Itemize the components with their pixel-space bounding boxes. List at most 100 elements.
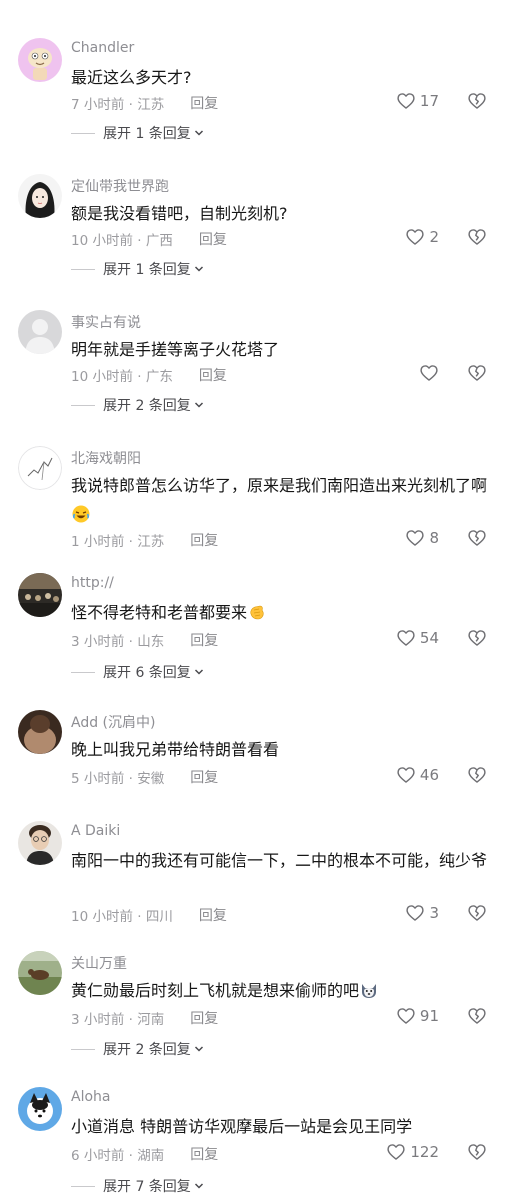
reply-button[interactable]: 回复 bbox=[199, 229, 227, 249]
expand-replies-button[interactable]: 展开 7 条回复 bbox=[71, 1176, 204, 1196]
chevron-down-icon bbox=[194, 1183, 203, 1189]
divider-line bbox=[71, 671, 95, 673]
heart-outline-icon bbox=[397, 630, 415, 646]
username[interactable]: A Daiki bbox=[71, 823, 120, 839]
reply-button[interactable]: 回复 bbox=[190, 1144, 218, 1164]
username[interactable]: Add (沉肩中) bbox=[71, 712, 155, 732]
reply-button[interactable]: 回复 bbox=[199, 905, 227, 925]
broken-heart-icon bbox=[468, 630, 486, 646]
like-button[interactable]: 91 bbox=[396, 1006, 439, 1026]
broken-heart-icon bbox=[468, 767, 486, 783]
comment-item: 定仙带我世界跑 额是我没看错吧，自制光刻机? 10 小时前 · 广西 回复 2 … bbox=[0, 166, 505, 296]
dislike-button[interactable] bbox=[467, 765, 487, 785]
reply-button[interactable]: 回复 bbox=[190, 1008, 218, 1028]
expand-replies-button[interactable]: 展开 2 条回复 bbox=[71, 1039, 204, 1059]
comment-text: 明年就是手搓等离子火花塔了 bbox=[71, 340, 280, 359]
avatar[interactable] bbox=[18, 573, 62, 617]
comment-text: 最近这么多天才? bbox=[71, 68, 192, 87]
heart-outline-icon bbox=[406, 905, 425, 921]
broken-heart-icon bbox=[468, 530, 486, 546]
username[interactable]: 北海戏朝阳 bbox=[71, 448, 141, 468]
avatar[interactable] bbox=[18, 1087, 62, 1131]
laughing-crying-emoji bbox=[72, 505, 90, 523]
username[interactable]: Aloha bbox=[71, 1089, 110, 1105]
like-count: 46 bbox=[419, 766, 439, 784]
broken-heart-icon bbox=[468, 365, 486, 381]
expand-replies-button[interactable]: 展开 1 条回复 bbox=[71, 259, 204, 279]
divider-line bbox=[71, 132, 95, 134]
broken-heart-icon bbox=[468, 1008, 486, 1024]
avatar[interactable] bbox=[18, 38, 62, 82]
avatar[interactable] bbox=[18, 446, 62, 490]
comment-meta: 5 小时前 · 安徽 回复 bbox=[71, 767, 218, 787]
dislike-button[interactable] bbox=[467, 227, 487, 247]
avatar[interactable] bbox=[18, 821, 62, 865]
comment-text: 怪不得老特和老普都要来 bbox=[71, 598, 491, 627]
time-location: 10 小时前 · 四川 bbox=[71, 909, 173, 925]
expand-replies-label: 展开 1 条回复 bbox=[103, 126, 191, 142]
like-count: 2 bbox=[429, 228, 439, 246]
avatar[interactable] bbox=[18, 951, 62, 995]
comment-meta: 6 小时前 · 湖南 回复 bbox=[71, 1144, 218, 1164]
dislike-button[interactable] bbox=[467, 628, 487, 648]
comment-item: http:// 怪不得老特和老普都要来 3 小时前 · 山东 回复 54 展开 … bbox=[0, 565, 505, 695]
like-count: 54 bbox=[419, 629, 439, 647]
dislike-button[interactable] bbox=[467, 903, 487, 923]
divider-line bbox=[71, 268, 95, 270]
reply-button[interactable]: 回复 bbox=[190, 767, 218, 787]
comment-item: Chandler 最近这么多天才? 7 小时前 · 江苏 回复 17 展开 1 … bbox=[0, 30, 505, 160]
expand-replies-button[interactable]: 展开 6 条回复 bbox=[71, 662, 204, 682]
comment-meta: 3 小时前 · 山东 回复 bbox=[71, 630, 218, 650]
comment-item: 事实占有说 明年就是手搓等离子火花塔了 10 小时前 · 广东 回复 展开 2 … bbox=[0, 302, 505, 432]
username[interactable]: 定仙带我世界跑 bbox=[71, 176, 169, 196]
heart-outline-icon bbox=[387, 1144, 405, 1160]
like-button[interactable]: 3 bbox=[405, 903, 439, 923]
dislike-button[interactable] bbox=[467, 1006, 487, 1026]
comment-item: Add (沉肩中) 晚上叫我兄弟带给特朗普看看 5 小时前 · 安徽 回复 46 bbox=[0, 702, 505, 802]
comment-meta: 1 小时前 · 江苏 回复 bbox=[71, 530, 218, 550]
comment-text: 我说特郎普怎么访华了，原来是我们南阳造出来光刻机了啊 bbox=[71, 471, 491, 529]
reply-button[interactable]: 回复 bbox=[190, 530, 218, 550]
dislike-button[interactable] bbox=[467, 528, 487, 548]
avatar[interactable] bbox=[18, 174, 62, 218]
comment-text: 额是我没看错吧，自制光刻机? bbox=[71, 204, 288, 223]
heart-outline-icon bbox=[397, 767, 415, 783]
like-button[interactable] bbox=[419, 363, 439, 383]
avatar[interactable] bbox=[18, 710, 62, 754]
time-location: 5 小时前 · 安徽 bbox=[71, 771, 165, 787]
comment-item: A Daiki 南阳一中的我还有可能信一下，二中的根本不可能，纯少爷 10 小时… bbox=[0, 813, 505, 933]
dislike-button[interactable] bbox=[467, 91, 487, 111]
dislike-button[interactable] bbox=[467, 1142, 487, 1162]
comment-text: 晚上叫我兄弟带给特朗普看看 bbox=[71, 740, 280, 759]
reply-button[interactable]: 回复 bbox=[190, 630, 218, 650]
username[interactable]: Chandler bbox=[71, 40, 134, 56]
reply-button[interactable]: 回复 bbox=[199, 365, 227, 385]
chevron-down-icon bbox=[194, 669, 203, 675]
like-button[interactable]: 17 bbox=[396, 91, 439, 111]
like-button[interactable]: 8 bbox=[405, 528, 439, 548]
username[interactable]: 事实占有说 bbox=[71, 312, 141, 332]
comment-meta: 3 小时前 · 河南 回复 bbox=[71, 1008, 218, 1028]
expand-replies-button[interactable]: 展开 2 条回复 bbox=[71, 395, 204, 415]
expand-replies-label: 展开 2 条回复 bbox=[103, 1042, 191, 1058]
clapping-hands-emoji bbox=[248, 603, 266, 621]
expand-replies-label: 展开 7 条回复 bbox=[103, 1179, 191, 1195]
username[interactable]: http:// bbox=[71, 575, 114, 591]
chevron-down-icon bbox=[194, 130, 203, 136]
expand-replies-button[interactable]: 展开 1 条回复 bbox=[71, 123, 204, 143]
username[interactable]: 关山万重 bbox=[71, 953, 127, 973]
like-button[interactable]: 46 bbox=[396, 765, 439, 785]
time-location: 10 小时前 · 广东 bbox=[71, 369, 173, 385]
expand-replies-label: 展开 6 条回复 bbox=[103, 665, 191, 681]
heart-outline-icon bbox=[406, 530, 425, 546]
divider-line bbox=[71, 1185, 95, 1187]
like-button[interactable]: 54 bbox=[396, 628, 439, 648]
like-button[interactable]: 122 bbox=[386, 1142, 439, 1162]
like-button[interactable]: 2 bbox=[405, 227, 439, 247]
reply-button[interactable]: 回复 bbox=[190, 93, 218, 113]
comment-meta: 7 小时前 · 江苏 回复 bbox=[71, 93, 218, 113]
avatar[interactable] bbox=[18, 310, 62, 354]
dislike-button[interactable] bbox=[467, 363, 487, 383]
broken-heart-icon bbox=[468, 1144, 486, 1160]
comment-item: 北海戏朝阳 我说特郎普怎么访华了，原来是我们南阳造出来光刻机了啊 1 小时前 ·… bbox=[0, 438, 505, 550]
